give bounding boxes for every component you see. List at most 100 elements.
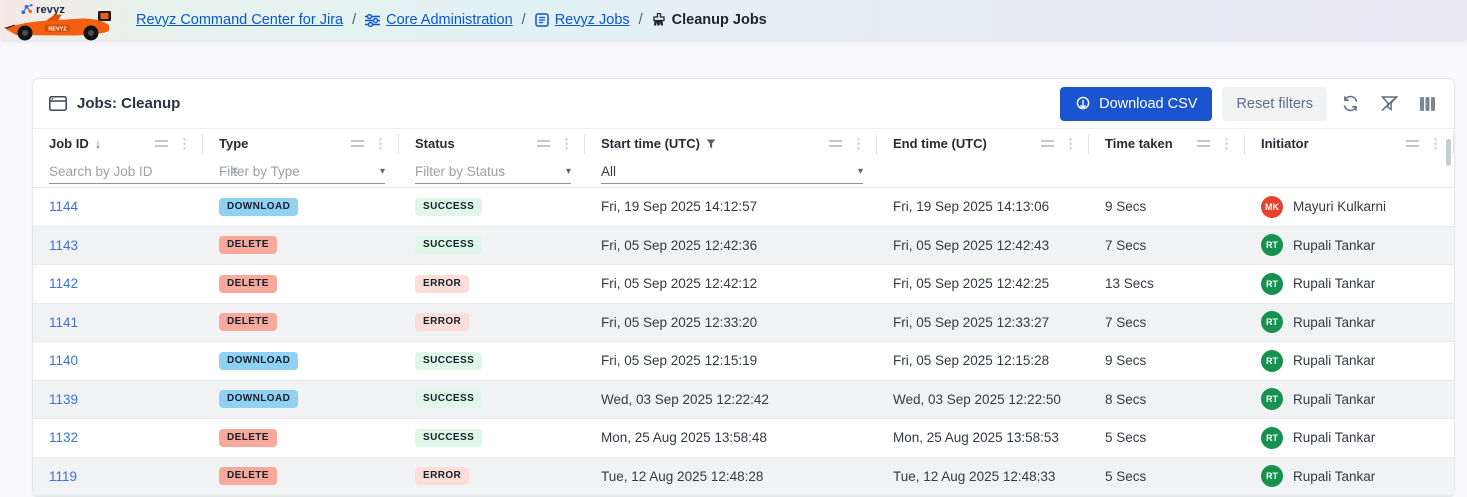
table-body: 1144 DOWNLOAD SUCCESS Fri, 19 Sep 2025 1… — [33, 188, 1454, 496]
filter-cell-start-time: All ▾ — [585, 158, 877, 187]
job-id-link[interactable]: 1143 — [49, 238, 78, 253]
end-time-cell: Mon, 25 Aug 2025 13:58:53 — [877, 430, 1089, 445]
type-cell: DELETE — [203, 236, 399, 254]
column-header-type[interactable]: Type ⋮ — [203, 129, 399, 158]
column-header-end-time[interactable]: End time (UTC) ⋮ — [877, 129, 1089, 158]
column-menu-icon[interactable]: ⋮ — [850, 136, 867, 152]
breadcrumb-cleanup-jobs: Cleanup Jobs — [652, 12, 767, 28]
job-id-link[interactable]: 1142 — [49, 276, 78, 291]
column-resize-icon[interactable] — [1195, 138, 1212, 149]
column-menu-icon[interactable]: ⋮ — [1218, 136, 1235, 152]
breadcrumb-current-page: Cleanup Jobs — [672, 12, 767, 28]
column-menu-icon[interactable]: ⋮ — [176, 136, 193, 152]
column-menu-icon[interactable]: ⋮ — [372, 136, 389, 152]
column-header-time-taken[interactable]: Time taken ⋮ — [1089, 129, 1245, 158]
column-menu-icon[interactable]: ⋮ — [558, 136, 575, 152]
breadcrumb-link-core-administration[interactable]: Core Administration — [386, 12, 513, 28]
time-taken-cell: 5 Secs — [1089, 469, 1245, 484]
breadcrumb-link-command-center[interactable]: Revyz Command Center for Jira — [136, 12, 343, 28]
job-id-link[interactable]: 1132 — [49, 430, 78, 445]
end-time-cell: Fri, 05 Sep 2025 12:33:27 — [877, 315, 1089, 330]
car-side-label: REVYZ — [48, 27, 67, 33]
column-header-initiator[interactable]: Initiator ⋮ — [1245, 129, 1454, 158]
filter-cell-type: Filter by Type ▾ — [203, 158, 399, 187]
status-badge: SUCCESS — [415, 198, 482, 216]
type-badge: DELETE — [219, 429, 277, 447]
initiator-cell: RT Rupali Tankar — [1245, 388, 1454, 410]
topbar: revyz REVYZ Revyz Command Center for Jir… — [0, 0, 1467, 40]
card-title-wrap: Jobs: Cleanup — [49, 95, 180, 112]
type-badge: DELETE — [219, 467, 277, 485]
status-badge: ERROR — [415, 313, 469, 331]
type-cell: DOWNLOAD — [203, 390, 399, 408]
type-cell: DELETE — [203, 467, 399, 485]
status-cell: SUCCESS — [399, 352, 585, 370]
table-row: 1144 DOWNLOAD SUCCESS Fri, 19 Sep 2025 1… — [33, 188, 1454, 227]
refresh-button[interactable] — [1337, 90, 1364, 117]
status-cell: ERROR — [399, 313, 585, 331]
breadcrumb-link-revyz-jobs[interactable]: Revyz Jobs — [555, 12, 630, 28]
filter-row: × Filter by Type ▾ Filter by Status ▾ — [33, 158, 1454, 188]
type-badge: DELETE — [219, 313, 277, 331]
initiator-name: Rupali Tankar — [1293, 353, 1375, 368]
job-id-link[interactable]: 1140 — [49, 353, 78, 368]
column-resize-icon[interactable] — [153, 138, 170, 149]
column-label: Status — [415, 136, 455, 151]
job-id-search-input[interactable] — [49, 164, 226, 179]
filter-cell-status: Filter by Status ▾ — [399, 158, 585, 187]
refresh-icon — [1341, 94, 1360, 113]
time-taken-cell: 7 Secs — [1089, 238, 1245, 253]
initiator-avatar: RT — [1261, 427, 1283, 449]
filter-active-icon — [706, 139, 716, 149]
type-cell: DELETE — [203, 313, 399, 331]
manage-columns-button[interactable] — [1415, 92, 1440, 116]
download-csv-button[interactable]: Download CSV — [1060, 87, 1212, 121]
filter-off-icon — [1380, 95, 1399, 112]
initiator-avatar: RT — [1261, 388, 1283, 410]
card-title: Jobs: Cleanup — [77, 95, 180, 112]
reset-filters-button[interactable]: Reset filters — [1222, 87, 1327, 121]
status-badge: SUCCESS — [415, 352, 482, 370]
job-id-link[interactable]: 1119 — [49, 469, 77, 484]
columns-icon — [1419, 96, 1436, 112]
type-filter-dropdown[interactable]: Filter by Type ▾ — [219, 160, 385, 184]
breadcrumb: Revyz Command Center for Jira / Core Adm… — [136, 12, 767, 28]
job-id-link[interactable]: 1144 — [49, 199, 78, 214]
column-resize-icon[interactable] — [1404, 138, 1421, 149]
column-label: End time (UTC) — [893, 136, 987, 151]
racecar-graphic: REVYZ — [4, 9, 114, 41]
vertical-scrollbar-thumb[interactable] — [1446, 139, 1451, 166]
column-resize-icon[interactable] — [827, 138, 844, 149]
start-time-filter-value: All — [601, 164, 854, 179]
caret-down-icon: ▾ — [566, 166, 571, 177]
end-time-cell: Wed, 03 Sep 2025 12:22:50 — [877, 392, 1089, 407]
column-label: Initiator — [1261, 136, 1309, 151]
end-time-cell: Fri, 05 Sep 2025 12:15:28 — [877, 353, 1089, 368]
column-header-job-id[interactable]: Job ID ↓ ⋮ — [33, 129, 203, 158]
start-time-cell: Fri, 05 Sep 2025 12:33:20 — [585, 315, 877, 330]
column-resize-icon[interactable] — [1039, 138, 1056, 149]
initiator-avatar: RT — [1261, 311, 1283, 333]
column-label: Start time (UTC) — [601, 136, 700, 151]
column-resize-icon[interactable] — [535, 138, 552, 149]
caret-down-icon: ▾ — [858, 166, 863, 177]
initiator-name: Mayuri Kulkarni — [1293, 199, 1386, 214]
initiator-avatar: RT — [1261, 234, 1283, 256]
clear-all-filters-button[interactable] — [1376, 91, 1403, 116]
column-menu-icon[interactable]: ⋮ — [1062, 136, 1079, 152]
table-header: Job ID ↓ ⋮ Type ⋮ Status ⋮ — [33, 129, 1454, 188]
type-cell: DELETE — [203, 429, 399, 447]
column-resize-icon[interactable] — [349, 138, 366, 149]
job-id-link[interactable]: 1141 — [49, 315, 78, 330]
revyz-logo: revyz REVYZ — [0, 0, 128, 40]
start-time-filter-dropdown[interactable]: All ▾ — [601, 160, 863, 184]
column-header-start-time[interactable]: Start time (UTC) ⋮ — [585, 129, 877, 158]
status-filter-dropdown[interactable]: Filter by Status ▾ — [415, 160, 571, 184]
type-filter-placeholder: Filter by Type — [219, 164, 376, 179]
column-header-status[interactable]: Status ⋮ — [399, 129, 585, 158]
column-menu-icon[interactable]: ⋮ — [1427, 136, 1444, 152]
breadcrumb-core-administration: Core Administration — [365, 12, 513, 28]
type-badge: DELETE — [219, 236, 277, 254]
job-id-link[interactable]: 1139 — [49, 392, 78, 407]
type-badge: DOWNLOAD — [219, 352, 298, 370]
